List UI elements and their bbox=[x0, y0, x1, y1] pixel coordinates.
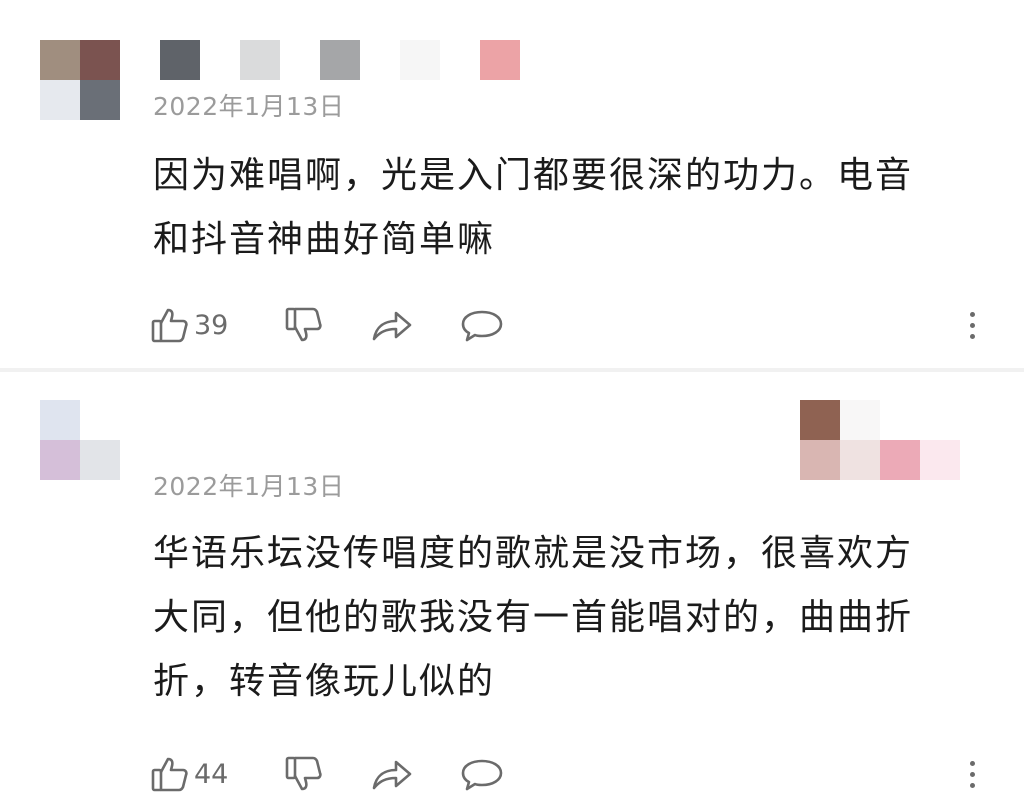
comment-text-line: 折，转音像玩儿似的 bbox=[153, 661, 496, 702]
thumbs-up-icon bbox=[151, 308, 188, 343]
thumbs-down-icon bbox=[286, 307, 323, 342]
more-options-button[interactable] bbox=[962, 752, 982, 796]
share-icon bbox=[373, 311, 412, 341]
comment-text: 因为难唱啊，光是入门都要很深的功力。电音 和抖音神曲好简单嘛 bbox=[153, 144, 963, 272]
comment-date: 2022年1月13日 bbox=[153, 472, 345, 501]
user-avatar[interactable] bbox=[40, 400, 120, 480]
username-blurred[interactable] bbox=[160, 40, 560, 80]
comment-item: 2022年1月13日 因为难唱啊，光是入门都要很深的功力。电音 和抖音神曲好简单… bbox=[0, 0, 1024, 368]
comment-date: 2022年1月13日 bbox=[153, 92, 345, 121]
dislike-button[interactable] bbox=[284, 305, 324, 345]
comment-text-line: 因为难唱啊，光是入门都要很深的功力。电音 bbox=[153, 155, 914, 196]
comment-text: 华语乐坛没传唱度的歌就是没市场，很喜欢方 大同，但他的歌我没有一首能唱对的，曲曲… bbox=[153, 522, 963, 714]
thumbs-down-icon bbox=[286, 756, 323, 791]
more-options-icon bbox=[969, 311, 975, 317]
share-button[interactable] bbox=[370, 305, 414, 345]
like-count: 44 bbox=[194, 758, 229, 790]
comment-text-line: 华语乐坛没传唱度的歌就是没市场，很喜欢方 bbox=[153, 533, 914, 574]
dislike-button[interactable] bbox=[284, 754, 324, 794]
comment-actions: 44 bbox=[150, 752, 550, 796]
share-icon bbox=[373, 760, 412, 790]
reply-button[interactable] bbox=[460, 754, 504, 794]
comment-text-line: 和抖音神曲好简单嘛 bbox=[153, 219, 496, 260]
user-badge-blurred bbox=[800, 400, 960, 480]
comment-actions: 39 bbox=[150, 303, 550, 347]
thumbs-up-icon bbox=[151, 757, 188, 792]
share-button[interactable] bbox=[370, 754, 414, 794]
like-button[interactable]: 39 bbox=[150, 305, 228, 345]
user-avatar[interactable] bbox=[40, 40, 120, 120]
comment-item: 2022年1月13日 华语乐坛没传唱度的歌就是没市场，很喜欢方 大同，但他的歌我… bbox=[0, 372, 1024, 811]
like-button[interactable]: 44 bbox=[150, 754, 228, 794]
comment-icon bbox=[462, 759, 503, 791]
reply-button[interactable] bbox=[460, 305, 504, 345]
like-count: 39 bbox=[194, 309, 229, 341]
more-options-icon bbox=[969, 760, 975, 766]
comment-icon bbox=[462, 310, 503, 342]
more-options-button[interactable] bbox=[962, 303, 982, 347]
comment-text-line: 大同，但他的歌我没有一首能唱对的，曲曲折 bbox=[153, 597, 914, 638]
